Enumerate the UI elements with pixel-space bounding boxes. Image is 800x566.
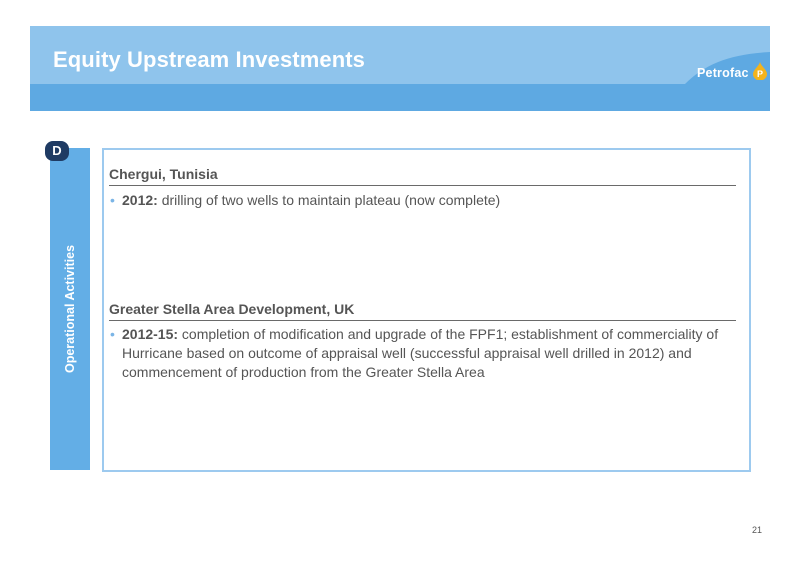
page-title: Equity Upstream Investments: [53, 47, 366, 72]
bullet-year: 2012:: [122, 192, 158, 208]
bullet-text: drilling of two wells to maintain platea…: [157, 192, 501, 208]
bullet-item: • 2012-15: completion of modification an…: [110, 325, 735, 382]
bullet-text: completion of modification and upgrade o…: [122, 326, 719, 380]
company-logo: Petrofac P: [697, 61, 768, 85]
section-heading: Chergui, Tunisia: [109, 166, 218, 182]
section-divider: [109, 185, 736, 186]
bullet-item: • 2012: drilling of two wells to maintai…: [110, 191, 735, 210]
section-badge: D: [45, 141, 69, 161]
section-heading: Greater Stella Area Development, UK: [109, 301, 355, 317]
bullet-year: 2012-15:: [122, 326, 179, 342]
side-panel-label: Operational Activities: [63, 244, 77, 374]
page-number: 21: [752, 525, 763, 535]
svg-text:P: P: [757, 69, 763, 79]
bullet-icon: •: [110, 326, 115, 342]
bullet-icon: •: [110, 192, 115, 208]
logo-text: Petrofac: [697, 66, 749, 80]
logo-drop-icon: P: [752, 61, 768, 85]
section-divider: [109, 320, 736, 321]
